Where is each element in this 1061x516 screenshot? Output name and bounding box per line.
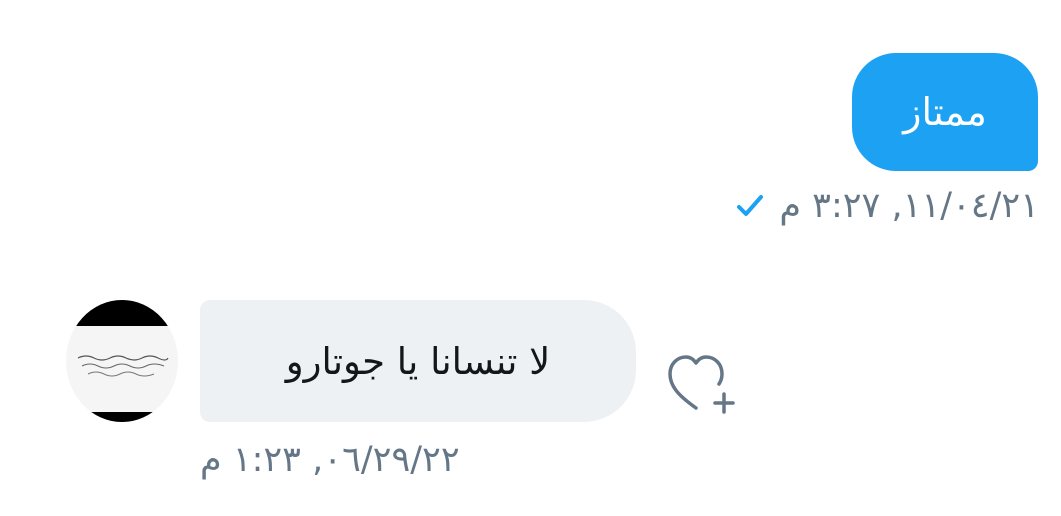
incoming-message-timestamp: ٠٦/٢٩/٢٢, ١:٢٣ م (200, 440, 460, 480)
incoming-message-meta: ٠٦/٢٩/٢٢, ١:٢٣ م (200, 440, 460, 480)
sent-check-icon (733, 189, 767, 223)
outgoing-message-text: ممتاز (903, 90, 987, 134)
incoming-message-bubble[interactable]: لا تنسانا يا جوتارو (200, 300, 636, 422)
avatar-band-top (66, 300, 178, 326)
outgoing-message-timestamp: ١١/٠٤/٢١, ٣:٢٧ م (779, 186, 1039, 226)
conversation-thread: ممتاز ١١/٠٤/٢١, ٣:٢٧ م لا تنسانا يا جوتا… (0, 0, 1061, 516)
sender-avatar[interactable] (66, 300, 178, 422)
outgoing-message-meta: ١١/٠٤/٢١, ٣:٢٧ م (733, 186, 1039, 226)
outgoing-message-bubble[interactable]: ممتاز (852, 53, 1038, 171)
add-reaction-heart-button[interactable] (664, 348, 748, 418)
heart-plus-icon (668, 355, 735, 414)
incoming-message-text: لا تنسانا يا جوتارو (285, 339, 551, 383)
avatar-band-bottom (66, 412, 178, 422)
avatar-script-image (77, 355, 169, 377)
